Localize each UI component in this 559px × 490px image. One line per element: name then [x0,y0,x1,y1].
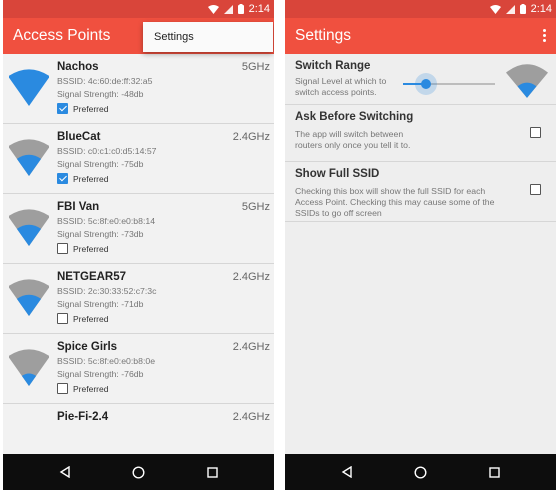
preferred-checkbox[interactable] [57,313,68,324]
status-bar: 2:14 [285,0,556,18]
access-point-list[interactable]: Nachos 5GHz BSSID: 4c:60:de:ff:32:a5 Signal… [3,54,274,454]
access-point-bssid: BSSID: c0:c1:c0:d5:14:57 [57,146,157,156]
app-bar: Settings [285,18,556,54]
wifi-status-icon [489,4,501,14]
access-point-band: 2.4GHz [232,131,270,143]
access-point-row[interactable]: FBI Van 5GHz BSSID: 5c:8f:e0:e0:b8:14 Signa… [3,194,274,264]
settings-list: Switch Range Signal Level at which to sw… [285,54,556,222]
page-title: Access Points [13,27,111,44]
menu-item-settings[interactable]: Settings [154,31,194,43]
show-full-ssid-checkbox[interactable] [530,184,541,195]
wifi-strength-icon [9,139,49,176]
preferred-toggle[interactable]: Preferred [57,383,108,394]
setting-description: Signal Level at which to switch access p… [295,76,387,97]
access-point-signal: Signal Strength: -75db [57,159,144,169]
setting-description: Checking this box will show the full SSI… [295,186,495,218]
cell-signal-icon [223,4,233,14]
cell-signal-icon [505,4,515,14]
preferred-toggle[interactable]: Preferred [57,243,108,254]
access-point-signal: Signal Strength: -48db [57,89,144,99]
access-point-row[interactable]: BlueCat 2.4GHz BSSID: c0:c1:c0:d5:14:57 Sig… [3,124,274,194]
slider-thumb[interactable] [421,79,431,89]
preferred-checkbox[interactable] [57,103,68,114]
status-bar: 2:14 [3,0,274,18]
access-point-name: NETGEAR57 [57,271,127,283]
wifi-strength-icon [9,349,49,386]
access-point-signal: Signal Strength: -73db [57,229,144,239]
settings-screen: 2:14 Settings Switch Range Signal Level … [285,0,556,490]
access-points-screen: 2:14 Access Points Settings Nachos 5GHz BS… [3,0,274,490]
access-point-bssid: BSSID: 5c:8f:e0:e0:b8:0e [57,356,156,366]
wifi-strength-icon [506,64,548,98]
access-point-band: 2.4GHz [232,411,270,423]
overflow-menu-popup: Settings [143,22,273,52]
recents-icon[interactable] [489,466,500,478]
home-icon[interactable] [132,465,145,479]
wifi-status-icon [207,4,219,14]
access-point-band: 5GHz [241,61,270,73]
home-icon[interactable] [414,465,427,479]
setting-ask-before-switching[interactable]: Ask Before Switching The app will switch… [285,105,556,162]
status-time: 2:14 [530,3,552,15]
access-point-band: 5GHz [241,201,270,213]
battery-icon [237,4,244,14]
access-point-bssid: BSSID: 5c:8f:e0:e0:b8:14 [57,216,156,226]
setting-title: Ask Before Switching [295,111,414,123]
preferred-checkbox[interactable] [57,243,68,254]
preferred-checkbox[interactable] [57,173,68,184]
access-point-signal: Signal Strength: -71db [57,299,144,309]
access-point-bssid: BSSID: 4c:60:de:ff:32:a5 [57,76,153,86]
preferred-toggle[interactable]: Preferred [57,103,108,114]
access-point-signal: Signal Strength: -76db [57,369,144,379]
preferred-label: Preferred [73,103,109,114]
preferred-toggle[interactable]: Preferred [57,173,108,184]
preferred-checkbox[interactable] [57,383,68,394]
ask-before-switching-checkbox[interactable] [530,127,541,138]
access-point-name: Pie-Fi-2.4 [57,411,109,423]
setting-description: The app will switch between routers only… [295,129,411,150]
preferred-label: Preferred [73,243,109,254]
wifi-strength-icon [9,209,49,246]
back-icon[interactable] [59,466,71,478]
wifi-strength-icon [9,279,49,316]
nav-bar [3,454,274,490]
setting-show-full-ssid[interactable]: Show Full SSID Checking this box will sh… [285,162,556,222]
access-point-row[interactable]: Nachos 5GHz BSSID: 4c:60:de:ff:32:a5 Signal… [3,54,274,124]
preferred-label: Preferred [73,383,109,394]
preferred-label: Preferred [73,173,109,184]
access-point-name: Nachos [57,61,99,73]
access-point-band: 2.4GHz [232,341,270,353]
access-point-bssid: BSSID: 2c:30:33:52:c7:3c [57,286,157,296]
access-point-name: FBI Van [57,201,100,213]
switch-range-slider[interactable] [403,73,495,95]
overflow-menu-icon[interactable] [543,29,547,43]
access-point-name: Spice Girls [57,341,118,353]
setting-title: Show Full SSID [295,168,380,180]
access-point-name: BlueCat [57,131,101,143]
status-time: 2:14 [248,3,270,15]
access-point-row[interactable]: Pie-Fi-2.4 2.4GHz [3,404,274,454]
nav-bar [285,454,556,490]
setting-switch-range: Switch Range Signal Level at which to sw… [285,54,556,105]
access-point-band: 2.4GHz [232,271,270,283]
preferred-toggle[interactable]: Preferred [57,313,108,324]
battery-icon [519,4,526,14]
recents-icon[interactable] [207,466,218,478]
page-title: Settings [295,27,352,44]
access-point-row[interactable]: NETGEAR57 2.4GHz BSSID: 2c:30:33:52:c7:3c S… [3,264,274,334]
preferred-label: Preferred [73,313,109,324]
wifi-strength-icon [9,69,49,106]
back-icon[interactable] [341,466,353,478]
access-point-row[interactable]: Spice Girls 2.4GHz BSSID: 5c:8f:e0:e0:b8:0… [3,334,274,404]
setting-title: Switch Range [295,60,371,72]
